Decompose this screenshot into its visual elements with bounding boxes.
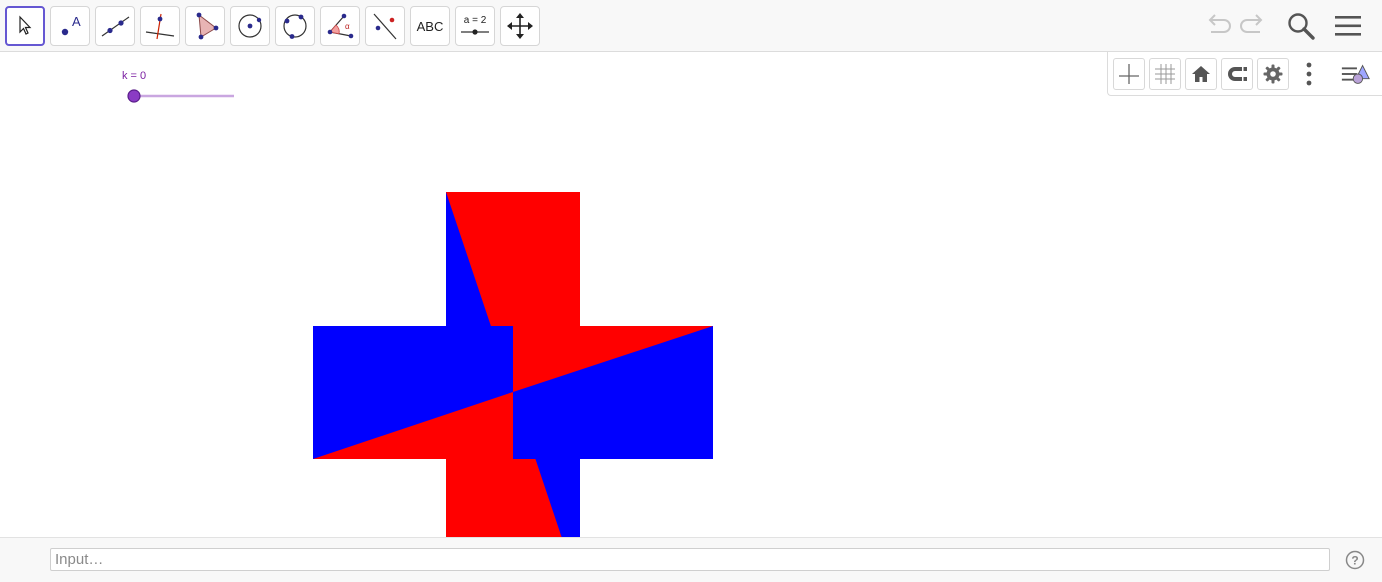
svg-text:?: ? [1351, 554, 1358, 568]
point-capturing-button[interactable] [1221, 58, 1253, 90]
help-icon[interactable]: ? [1345, 550, 1365, 570]
graphics-view[interactable]: k = 0 [0, 52, 1382, 537]
svg-text:α: α [345, 22, 350, 31]
grid-icon [1155, 64, 1175, 84]
svg-text:A: A [72, 14, 81, 29]
slider-tool[interactable]: a = 2 [455, 6, 495, 46]
input-bar: ? [0, 537, 1382, 582]
menu-icon [1335, 16, 1361, 36]
move-graphics-view-tool[interactable] [500, 6, 540, 46]
point-tool[interactable]: A [50, 6, 90, 46]
graphics-style-bar [1107, 52, 1382, 96]
more-vertical-icon [1306, 62, 1312, 86]
slider-handle[interactable] [127, 89, 141, 103]
circle-three-points-tool[interactable] [275, 6, 315, 46]
algebra-input[interactable] [50, 548, 1330, 571]
toggle-grid-button[interactable] [1149, 58, 1181, 90]
reflect-icon [373, 13, 397, 40]
move-arrows-icon [507, 13, 533, 39]
style-bar-icon [1341, 64, 1370, 84]
slider-label: k = 0 [122, 70, 147, 82]
toggle-axes-button[interactable] [1113, 58, 1145, 90]
gear-icon [1263, 64, 1283, 84]
redo-icon [1240, 14, 1263, 33]
angle-tool[interactable]: α [320, 6, 360, 46]
menu-button[interactable] [1330, 8, 1366, 44]
more-options-button[interactable] [1293, 58, 1325, 90]
circle-three-points-icon [283, 14, 307, 39]
home-icon [1192, 66, 1210, 82]
redo-button[interactable] [1236, 8, 1272, 44]
search-button[interactable] [1283, 8, 1319, 44]
angle-icon: α [327, 13, 354, 39]
svg-text:a = 2: a = 2 [464, 15, 487, 26]
magnet-icon [1228, 67, 1247, 81]
style-bar-toggle-button[interactable] [1340, 58, 1372, 90]
polygon-icon [196, 12, 219, 40]
graphics-canvas [127, 89, 713, 537]
text-tool[interactable]: ABC [410, 6, 450, 46]
axes-icon [1119, 64, 1139, 84]
toolbar: A α ABC a = 2 [0, 0, 1382, 52]
text-tool-label: ABC [416, 18, 444, 34]
undo-button[interactable] [1199, 8, 1235, 44]
undo-icon [1208, 14, 1231, 33]
line-icon [101, 16, 130, 37]
polygon-tool[interactable] [185, 6, 225, 46]
point-icon: A [61, 14, 81, 36]
standard-view-button[interactable] [1185, 58, 1217, 90]
reflect-tool[interactable] [365, 6, 405, 46]
cursor-arrow-icon [19, 15, 32, 35]
move-tool[interactable] [5, 6, 45, 46]
circle-center-icon [238, 14, 262, 38]
search-icon [1288, 13, 1315, 40]
line-tool[interactable] [95, 6, 135, 46]
slider-icon: a = 2 [461, 15, 489, 35]
circle-center-point-tool[interactable] [230, 6, 270, 46]
perpendicular-line-icon [145, 13, 175, 40]
perpendicular-line-tool[interactable] [140, 6, 180, 46]
settings-button[interactable] [1257, 58, 1289, 90]
